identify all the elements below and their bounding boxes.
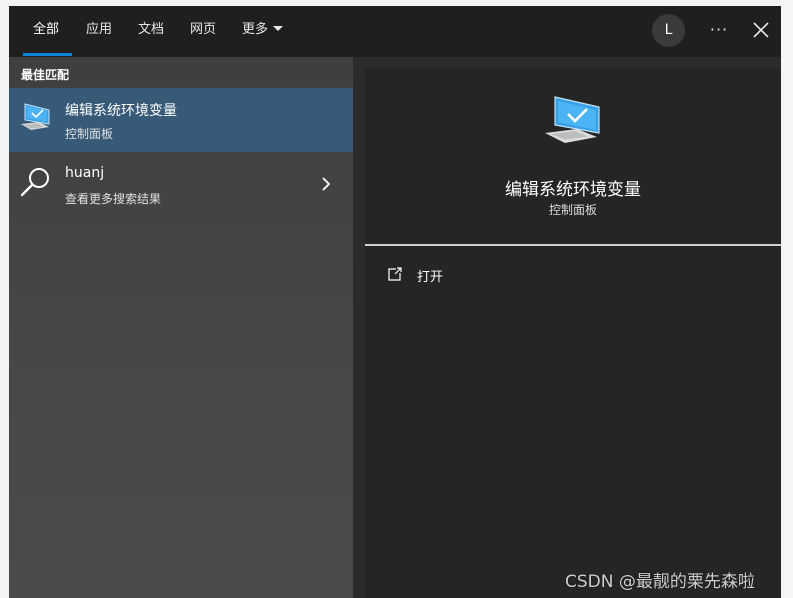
- tab-web[interactable]: 网页: [190, 20, 216, 40]
- tab-more-label: 更多: [242, 22, 269, 37]
- result-item-search-more[interactable]: huanj 查看更多搜索结果: [9, 153, 353, 217]
- result-title: huanj: [65, 165, 105, 181]
- result-item-edit-env-vars[interactable]: 编辑系统环境变量 控制面板: [9, 88, 353, 152]
- monitor-check-icon: [543, 93, 605, 149]
- caret-down-icon: [273, 26, 284, 31]
- background-strip-right: [781, 0, 793, 598]
- close-button[interactable]: [749, 18, 773, 42]
- account-avatar[interactable]: L: [652, 14, 685, 47]
- open-action-label: 打开: [417, 270, 444, 285]
- close-icon: [753, 22, 769, 38]
- monitor-check-icon: [19, 100, 53, 134]
- active-tab-indicator: [23, 53, 72, 56]
- chevron-right-icon[interactable]: [319, 176, 333, 192]
- search-window: 全部 应用 文档 网页 更多 L ··· 最佳匹配 编辑系统环境变量 控制面板 …: [9, 6, 781, 598]
- more-options-button[interactable]: ···: [705, 18, 733, 42]
- open-external-icon: [387, 266, 403, 282]
- best-match-heading: 最佳匹配: [21, 68, 70, 82]
- detail-title: 编辑系统环境变量: [505, 180, 641, 200]
- watermark: CSDN @最靓的栗先森啦: [565, 572, 755, 592]
- search-icon: [19, 165, 53, 199]
- tab-more[interactable]: 更多: [242, 20, 284, 40]
- tab-all[interactable]: 全部: [33, 20, 59, 40]
- search-tabs-bar: 全部 应用 文档 网页 更多 L ···: [9, 6, 781, 57]
- tab-apps[interactable]: 应用: [86, 20, 112, 40]
- result-title: 编辑系统环境变量: [65, 103, 177, 119]
- result-subtitle: 查看更多搜索结果: [65, 192, 162, 206]
- detail-pane: 编辑系统环境变量 控制面板 打开: [365, 69, 781, 598]
- tab-documents[interactable]: 文档: [138, 20, 164, 40]
- result-subtitle: 控制面板: [65, 127, 114, 141]
- background-strip-left: [0, 0, 9, 598]
- detail-divider: [365, 244, 781, 246]
- results-pane: 最佳匹配 编辑系统环境变量 控制面板 huanj 查看更多搜索结果: [9, 57, 353, 598]
- detail-subtitle: 控制面板: [548, 203, 597, 217]
